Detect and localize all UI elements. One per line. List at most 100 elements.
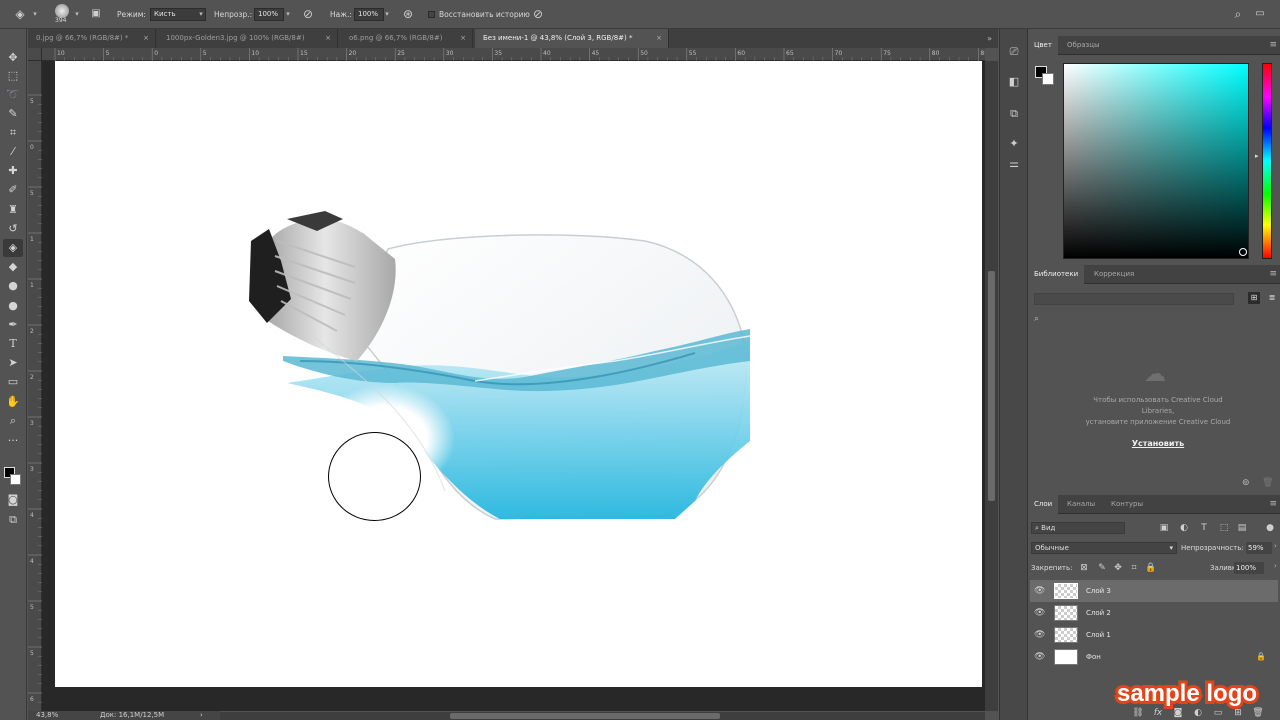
brush-picker-arrow[interactable]: ▾ bbox=[72, 8, 82, 21]
flow-input[interactable]: 100% bbox=[354, 8, 384, 21]
tab-swatches[interactable]: Образцы bbox=[1061, 36, 1106, 55]
mode-select-arrow[interactable]: ▾ bbox=[196, 8, 206, 21]
paint-bucket-tool-icon[interactable]: ◆ bbox=[3, 258, 23, 276]
lock-image-icon[interactable]: ✎ bbox=[1096, 562, 1108, 574]
library-select[interactable] bbox=[1034, 293, 1234, 305]
character-panel-icon[interactable]: ⧉ bbox=[1005, 105, 1023, 123]
eye-icon[interactable]: 👁 bbox=[1034, 624, 1045, 646]
ruler-horizontal[interactable]: 1050510152025303540455055606570758085909… bbox=[42, 48, 985, 61]
document-canvas[interactable] bbox=[55, 61, 982, 687]
pressure-size-icon[interactable]: ⊘ bbox=[528, 4, 548, 24]
tab-paths[interactable]: Контуры bbox=[1105, 495, 1149, 514]
hue-slider-arrow-icon[interactable]: ▸ bbox=[1255, 152, 1259, 160]
grid-view-icon[interactable]: ⊞ bbox=[1248, 292, 1260, 304]
opacity-input[interactable]: 100% bbox=[254, 8, 284, 21]
vertical-scrollbar[interactable] bbox=[985, 61, 998, 711]
library-trash-icon[interactable]: 🗑 bbox=[1262, 478, 1273, 488]
layer-row[interactable]: 👁 Слой 1 bbox=[1030, 624, 1278, 646]
zoom-level[interactable]: 43,8% bbox=[36, 711, 58, 720]
tab-layers[interactable]: Слои bbox=[1028, 495, 1059, 514]
workspace-icon[interactable]: ▭ bbox=[1250, 4, 1270, 24]
pen-tool-icon[interactable]: ✒ bbox=[3, 316, 23, 334]
install-link[interactable]: Установить bbox=[1028, 439, 1280, 448]
layer-opacity-input[interactable]: 59% bbox=[1246, 542, 1272, 554]
close-icon[interactable]: × bbox=[460, 29, 466, 48]
pressure-opacity-icon[interactable]: ⊘ bbox=[298, 4, 318, 24]
close-icon[interactable]: × bbox=[656, 29, 662, 48]
filter-shape-icon[interactable]: ⬚ bbox=[1218, 522, 1230, 534]
flow-dropdown-arrow[interactable]: ▾ bbox=[382, 8, 392, 21]
rectangle-tool-icon[interactable]: ▭ bbox=[3, 373, 23, 391]
brush-preview-icon[interactable] bbox=[55, 4, 69, 18]
lock-position-icon[interactable]: ✥ bbox=[1112, 562, 1124, 574]
list-view-icon[interactable]: ≣ bbox=[1266, 292, 1278, 304]
status-menu-arrow-icon[interactable]: › bbox=[200, 711, 203, 720]
eye-icon[interactable]: 👁 bbox=[1034, 646, 1045, 668]
tab-golden3[interactable]: 1000px-Golden3.jpg @ 100% (RGB/8#) × bbox=[158, 29, 338, 48]
crop-tool-icon[interactable]: ⌗ bbox=[3, 124, 23, 142]
layer-name[interactable]: Слой 2 bbox=[1086, 602, 1111, 624]
scroll-thumb[interactable] bbox=[988, 271, 995, 501]
layer-name[interactable]: Фон bbox=[1086, 646, 1101, 668]
tab-0-jpg[interactable]: 0.jpg @ 66,7% (RGB/8#) * × bbox=[28, 29, 156, 48]
filter-type-icon[interactable]: T bbox=[1198, 522, 1210, 534]
history-brush-tool-icon[interactable]: ↺ bbox=[3, 220, 23, 238]
layer-row[interactable]: 👁 Слой 3 bbox=[1030, 580, 1278, 602]
airbrush-icon[interactable]: ⊛ bbox=[398, 4, 418, 24]
hand-tool-icon[interactable]: ✋ bbox=[3, 393, 23, 411]
layer-name[interactable]: Слой 3 bbox=[1086, 580, 1111, 602]
lock-transparency-icon[interactable]: ⊠ bbox=[1078, 562, 1090, 574]
eye-icon[interactable]: 👁 bbox=[1034, 602, 1045, 624]
chevron-right-icon[interactable]: › bbox=[1274, 562, 1277, 570]
brush-panel-toggle-icon[interactable]: ▣ bbox=[86, 4, 106, 24]
tab-color[interactable]: Цвет bbox=[1028, 36, 1058, 55]
marquee-tool-icon[interactable]: ⬚ bbox=[3, 67, 23, 85]
tab-libraries[interactable]: Библиотеки bbox=[1028, 265, 1085, 284]
background-color-swatch[interactable] bbox=[10, 474, 21, 485]
layer-filter-select[interactable]: ⌕ Вид bbox=[1031, 522, 1125, 534]
chevron-right-icon[interactable]: › bbox=[1274, 542, 1277, 550]
filter-toggle-icon[interactable]: ● bbox=[1264, 522, 1276, 534]
properties-panel-icon[interactable]: ◧ bbox=[1005, 73, 1023, 91]
tab-channels[interactable]: Каналы bbox=[1061, 495, 1101, 514]
more-tools-icon[interactable]: ··· bbox=[3, 432, 23, 450]
blur-tool-icon[interactable]: ● bbox=[3, 277, 23, 295]
lock-artboard-icon[interactable]: ⌗ bbox=[1128, 562, 1140, 574]
tab-adjustments[interactable]: Коррекция bbox=[1088, 265, 1140, 284]
fill-input[interactable]: 100% bbox=[1234, 562, 1264, 574]
quick-selection-tool-icon[interactable]: ✎ bbox=[3, 105, 23, 123]
tool-preset-dropdown-arrow[interactable]: ▾ bbox=[30, 8, 40, 21]
type-tool-icon[interactable]: T bbox=[3, 335, 23, 353]
layer-name[interactable]: Слой 1 bbox=[1086, 624, 1111, 646]
tabs-overflow-icon[interactable]: » bbox=[987, 29, 992, 48]
library-search-icon[interactable]: ⌕ bbox=[1034, 314, 1039, 324]
panel-menu-icon[interactable]: ≡ bbox=[1269, 36, 1277, 55]
horizontal-scrollbar[interactable] bbox=[220, 712, 985, 720]
color-picker-marker[interactable] bbox=[1239, 248, 1247, 256]
scroll-thumb[interactable] bbox=[450, 713, 720, 719]
zoom-tool-icon[interactable]: ⌕ bbox=[3, 412, 23, 430]
screen-mode-icon[interactable]: ⧉ bbox=[3, 511, 23, 529]
clone-stamp-tool-icon[interactable]: ♜ bbox=[3, 201, 23, 219]
adjustments-icon[interactable]: ⚌ bbox=[1005, 155, 1023, 173]
eraser-tool-icon[interactable]: ◈ bbox=[3, 239, 23, 257]
move-tool-icon[interactable]: ✥ bbox=[3, 49, 23, 67]
ruler-vertical[interactable]: 505112233445566 bbox=[28, 61, 42, 711]
color-picker-field[interactable] bbox=[1063, 63, 1249, 259]
blend-mode-select[interactable]: Обычные ▾ bbox=[1031, 542, 1177, 554]
quick-mask-icon[interactable]: ◙ bbox=[3, 491, 23, 509]
history-panel-icon[interactable]: ⎚ bbox=[1005, 43, 1023, 61]
layer-row[interactable]: 👁 Слой 2 bbox=[1030, 602, 1278, 624]
filter-adjustment-icon[interactable]: ◐ bbox=[1178, 522, 1190, 534]
eraser-tool-preset-icon[interactable]: ◈ bbox=[10, 4, 30, 24]
eye-icon[interactable]: 👁 bbox=[1034, 580, 1045, 602]
layer-row[interactable]: 👁 Фон 🔒 bbox=[1030, 646, 1278, 668]
filter-pixel-icon[interactable]: ▣ bbox=[1158, 522, 1170, 534]
panel-menu-icon[interactable]: ≡ bbox=[1269, 265, 1277, 284]
brush-settings-icon[interactable]: ✦ bbox=[1005, 135, 1023, 153]
opacity-dropdown-arrow[interactable]: ▾ bbox=[283, 8, 293, 21]
background-color-swatch[interactable] bbox=[1042, 73, 1054, 85]
lock-all-icon[interactable]: 🔒 bbox=[1145, 562, 1157, 574]
close-icon[interactable]: × bbox=[143, 29, 149, 48]
eyedropper-tool-icon[interactable]: ⁄ bbox=[3, 143, 23, 161]
